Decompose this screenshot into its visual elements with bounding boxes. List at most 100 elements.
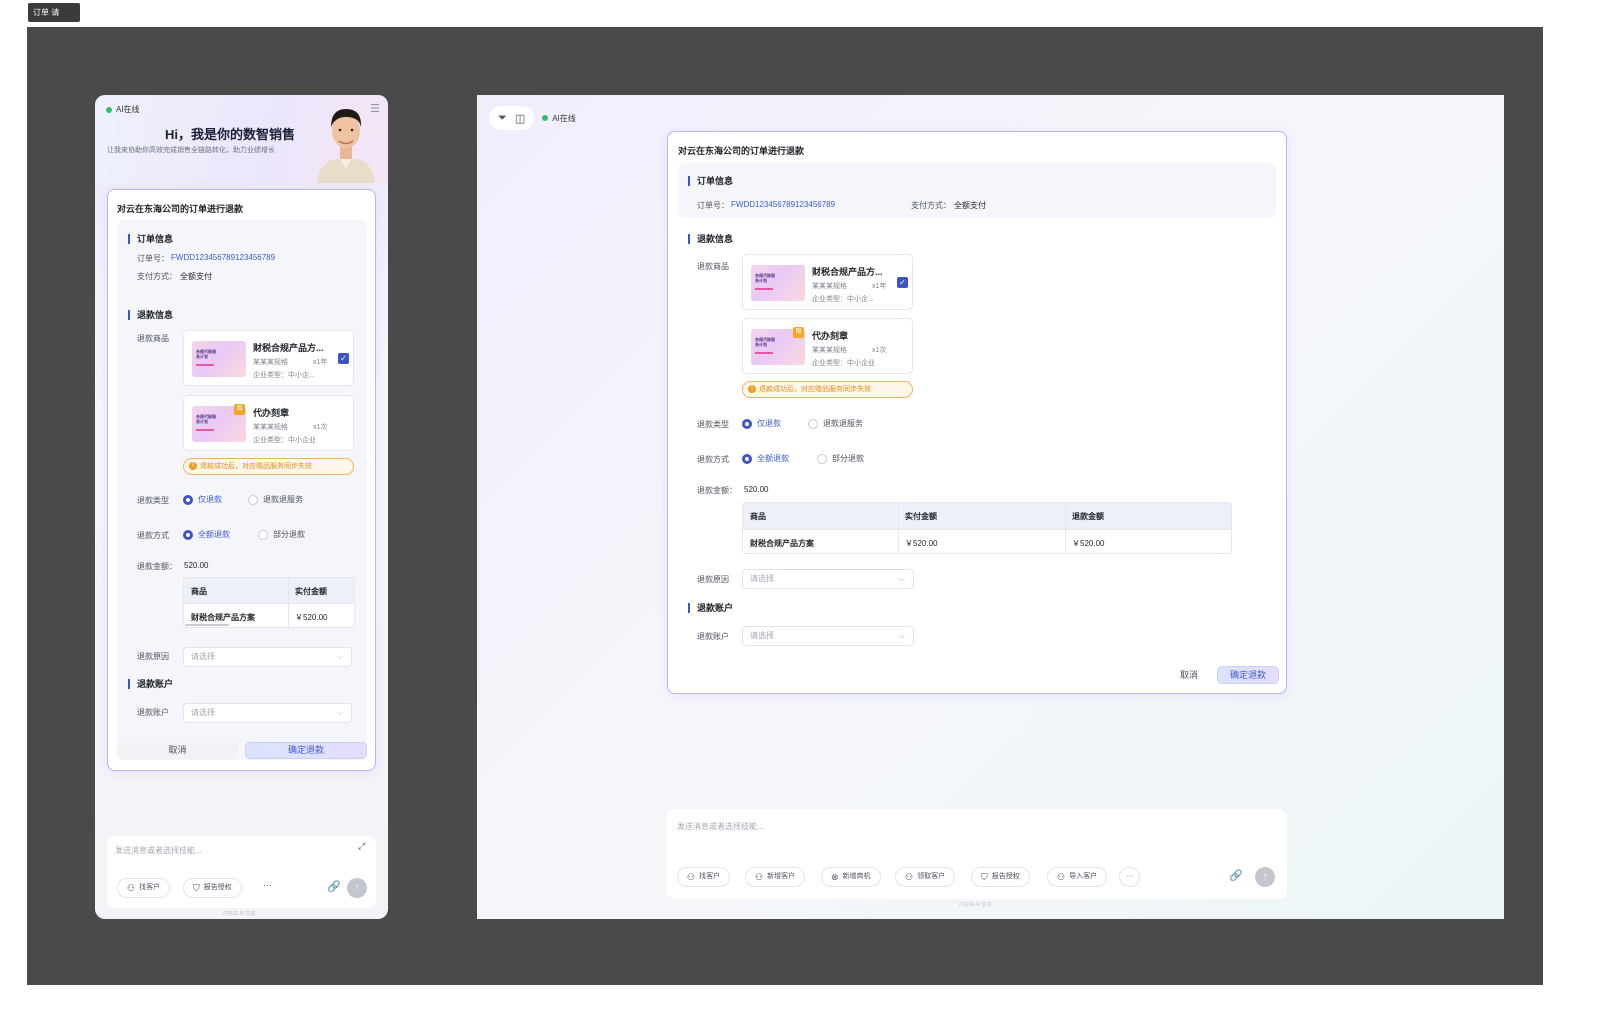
pay-method-label: 支付方式： xyxy=(137,272,177,281)
online-status: AI在线 xyxy=(542,113,576,124)
product-card[interactable]: 合规代账服务计划 财税合规产品方... 某某某规格 x1年 企业类型：中小企..… xyxy=(742,254,913,310)
attach-icon[interactable]: 🔗 xyxy=(1229,869,1243,882)
refund-type-label: 退款类型 xyxy=(137,496,169,505)
radio-unchecked-icon xyxy=(248,494,258,505)
radio-partial-refund[interactable]: 部分退款 xyxy=(817,453,864,464)
desktop-chat-input[interactable]: 发送消息或者选择技能... ⚇ 找客户 ⚇ 新增客户 ⊗ 新增商机 ⚇ 领取客户 ⛉ 报告… xyxy=(667,809,1287,899)
chip-import-customer[interactable]: ⚇ 导入客户 xyxy=(1047,867,1108,887)
order-no-label: 订单号： xyxy=(697,201,729,210)
ai-footer-note: 内容由 AI 生成 xyxy=(959,902,992,908)
sidebar-icon[interactable]: ◫ xyxy=(515,112,525,125)
chevron-down-icon: ⌵ xyxy=(336,652,343,661)
refund-reason-label: 退款原因 xyxy=(697,575,729,584)
online-status: AI在线 xyxy=(106,104,140,115)
refund-table: 商品 实付金额 财税合规产品方案 ￥520.00 xyxy=(183,577,355,628)
more-icon[interactable]: ··· xyxy=(263,880,272,890)
cancel-button[interactable]: 取消 xyxy=(117,742,238,759)
warning-icon: ! xyxy=(189,462,197,470)
top-tab-label[interactable]: 订单 请 xyxy=(28,3,80,22)
refund-warning: ! 退款成功后，对应赠品服务同步失效 xyxy=(742,381,913,398)
confirm-refund-button[interactable]: 确定退款 xyxy=(1217,666,1279,684)
radio-checked-icon xyxy=(183,529,193,540)
thumbnail-text: 合规代账服务计划 xyxy=(755,337,775,347)
chip-claim-customer[interactable]: ⚇ 领取客户 xyxy=(895,867,956,887)
refund-amount-value: 520.00 xyxy=(744,485,769,494)
order-no-link[interactable]: FWDD12345678912345678​9 xyxy=(731,200,835,209)
send-button[interactable]: ↑ xyxy=(347,878,367,898)
online-dot-icon xyxy=(106,106,112,113)
user-icon: ⚇ xyxy=(687,872,696,882)
radio-refund-only[interactable]: 仅退款 xyxy=(183,494,222,505)
table-cell: ￥520.00 xyxy=(295,613,328,622)
refund-amount-label: 退款金额： xyxy=(137,562,177,571)
chevron-down-icon: ⌵ xyxy=(898,631,905,640)
expand-icon[interactable]: ⤢ xyxy=(358,841,365,852)
user-add-icon: ⚇ xyxy=(755,872,764,882)
select-placeholder: 请选择 xyxy=(191,708,215,717)
refund-amount-value: 520.00 xyxy=(184,561,209,570)
radio-full-refund[interactable]: 全额退款 xyxy=(742,453,789,464)
product-checkbox[interactable]: ✓ xyxy=(897,277,908,288)
radio-refund-and-service[interactable]: 退款退服务 xyxy=(808,418,863,429)
chip-add-customer[interactable]: ⚇ 新增客户 xyxy=(745,867,806,887)
table-scrollbar[interactable] xyxy=(185,624,229,626)
mobile-chat-input[interactable]: 发送消息或者选择技能... ⤢ ⚇ 找客户 ⛉ 报告授权 ··· 🔗 ↑ xyxy=(107,836,376,908)
refund-goods-label: 退款商品 xyxy=(137,334,169,343)
radio-checked-icon xyxy=(742,418,752,429)
ai-footer-note: 内容由 AI 生成 xyxy=(223,911,256,917)
attach-icon[interactable]: 🔗 xyxy=(327,880,341,893)
radio-refund-only[interactable]: 仅退款 xyxy=(742,418,781,429)
radio-checked-icon xyxy=(183,494,193,505)
product-name: 代办刻章 xyxy=(253,408,290,418)
chip-report-auth[interactable]: ⛉ 报告授权 xyxy=(971,867,1030,887)
product-spec: 某某某规格 xyxy=(253,359,288,366)
chip-find-customer[interactable]: ⚇ 找客户 xyxy=(117,878,171,898)
send-button[interactable]: ↑ xyxy=(1255,867,1275,887)
product-thumbnail: 合规代账服务计划 xyxy=(192,341,246,377)
product-type: 企业类型：中小企... xyxy=(253,372,315,379)
cancel-button[interactable]: 取消 xyxy=(1169,666,1209,684)
product-card[interactable]: 合规代账服务计划 赠 代办刻章 某某某规格 x1次 企业类型：中小企业 xyxy=(183,395,354,451)
refund-account-heading: 退款账户 xyxy=(128,679,173,689)
confirm-refund-button[interactable]: 确定退款 xyxy=(245,742,367,759)
refund-account-select[interactable]: 请选择 ⌵ xyxy=(183,703,352,723)
refund-type-label: 退款类型 xyxy=(697,420,729,429)
product-spec: 某某某规格 xyxy=(812,347,847,354)
product-card[interactable]: 合规代账服务计划 财税合规产品方... 某某某规格 x1年 企业类型：中小企..… xyxy=(183,330,354,386)
product-card[interactable]: 合规代账服务计划 赠 代办刻章 某某某规格 x1次 企业类型：中小企业 xyxy=(742,318,913,374)
order-no-label: 订单号： xyxy=(137,254,169,263)
product-thumbnail: 合规代账服务计划 xyxy=(751,265,805,301)
filter-icon[interactable]: ⏷ xyxy=(498,112,507,125)
product-qty: x1年 xyxy=(872,283,887,290)
mobile-frame: AI在线 Hi，我是你的数智销售 让我来协助你高效完成销售全链路转化，助力业绩增… xyxy=(95,95,388,919)
more-button[interactable]: ··· xyxy=(1119,867,1140,887)
chip-add-opportunity[interactable]: ⊗ 新增商机 xyxy=(821,867,881,887)
more-icon: ··· xyxy=(1126,873,1133,880)
user-claim-icon: ⚇ xyxy=(905,872,914,882)
refund-card: 对云在东海公司的订单进行退款 订单信息 订单号： FWDD12345678912… xyxy=(667,131,1287,694)
chip-find-customer[interactable]: ⚇ 找客户 xyxy=(677,867,731,887)
chat-placeholder: 发送消息或者选择技能... xyxy=(677,822,764,831)
order-info-heading: 订单信息 xyxy=(128,234,173,244)
refund-info-heading: 退款信息 xyxy=(688,234,733,244)
radio-full-refund[interactable]: 全额退款 xyxy=(183,529,230,540)
refund-reason-select[interactable]: 请选择 ⌵ xyxy=(183,647,352,667)
refund-reason-select[interactable]: 请选择 ⌵ xyxy=(742,569,914,589)
order-no-link[interactable]: FWDD12345678912345678​9 xyxy=(171,253,275,262)
chevron-down-icon: ⌵ xyxy=(336,708,343,717)
radio-unchecked-icon xyxy=(258,529,268,540)
radio-refund-and-service[interactable]: 退款退服务 xyxy=(248,494,303,505)
online-label: AI在线 xyxy=(552,113,576,123)
greeting-subtitle: 让我来协助你高效完成销售全链路转化，助力业绩增长 xyxy=(107,147,275,154)
refund-info-heading: 退款信息 xyxy=(128,310,173,320)
refund-table: 商品 实付金额 退款金额 财税合规产品方案 ￥520.00 ￥520.00 xyxy=(742,502,1232,554)
table-header: 实付金额 xyxy=(295,587,327,596)
refund-account-select[interactable]: 请选择 ⌵ xyxy=(742,626,914,646)
product-type: 企业类型：中小企... xyxy=(812,296,874,303)
radio-partial-refund[interactable]: 部分退款 xyxy=(258,529,305,540)
product-checkbox[interactable]: ✓ xyxy=(338,353,349,364)
chip-report-auth[interactable]: ⛉ 报告授权 xyxy=(183,878,242,898)
product-name: 财税合规产品方... xyxy=(812,267,883,277)
chat-placeholder: 发送消息或者选择技能... xyxy=(115,846,202,855)
product-qty: x1次 xyxy=(313,424,328,431)
